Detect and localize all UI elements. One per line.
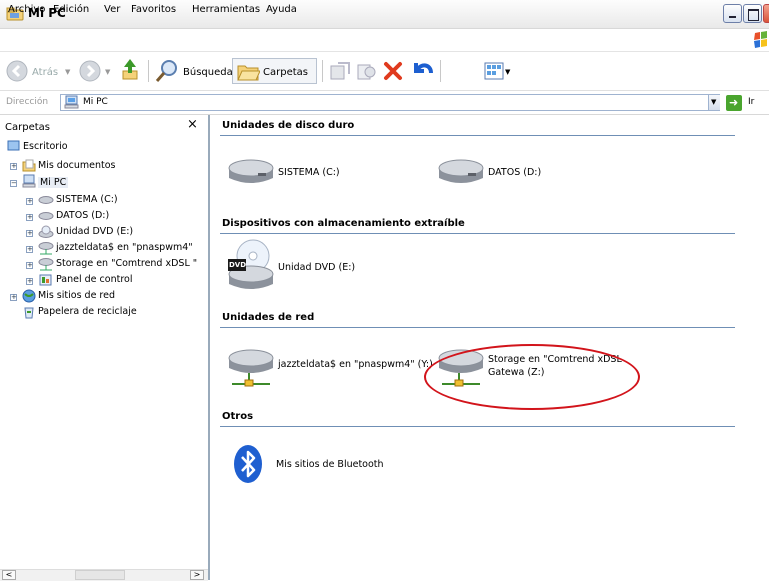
dvd-badge: DVD [229,261,247,269]
address-dropdown-button[interactable]: ▼ [708,95,720,110]
menu-edicion[interactable]: Edición [53,4,89,15]
tree-item-mis-sitios-de-red[interactable]: Mis sitios de red [38,290,115,301]
windows-logo-icon [754,31,767,48]
my-computer-icon [64,95,79,109]
search-icon[interactable] [154,58,180,84]
folders-icon [237,65,260,81]
search-button[interactable]: Búsqueda [183,67,233,78]
minimize-button[interactable] [723,4,742,23]
tree-item-unidad-dvd[interactable]: Unidad DVD (E:) [56,226,133,237]
item-bluetooth[interactable]: Mis sitios de Bluetooth [276,459,384,470]
tree-item-mi-pc[interactable]: Mi PC [38,177,69,188]
network-drive-icon [38,258,54,271]
group-header-network: Unidades de red [222,312,315,323]
menu-ayuda[interactable]: Ayuda [266,4,297,15]
item-datos-d[interactable]: DATOS (D:) [488,167,541,178]
views-dropdown-chevron-icon[interactable]: ▼ [505,68,510,76]
close-button[interactable] [763,4,769,23]
tree-item-datos[interactable]: DATOS (D:) [56,210,109,221]
undo-icon[interactable] [411,59,435,81]
tree-item-jazzteldata[interactable]: jazzteldata$ en "pnaspwm4" [56,242,193,253]
tree-item-escritorio[interactable]: Escritorio [23,141,68,152]
toolbar-separator [440,60,441,82]
tree-item-mis-documentos[interactable]: Mis documentos [38,160,116,171]
group-divider [220,327,735,328]
expand-icon[interactable]: + [10,294,17,301]
scroll-left-button[interactable]: < [2,570,16,580]
group-divider [220,135,735,136]
maximize-button[interactable] [743,4,762,23]
menu-ver[interactable]: Ver [104,4,120,15]
expand-icon[interactable]: + [26,198,33,205]
tree-item-panel-de-control[interactable]: Panel de control [56,274,132,285]
toolbar-separator [148,60,149,82]
item-jazzteldata-y[interactable]: jazzteldata$ en "pnaspwm4" (Y:) [278,359,433,370]
bluetooth-icon[interactable] [232,444,264,484]
move-to-icon[interactable] [329,60,351,82]
go-button[interactable]: Ir [748,97,754,107]
control-panel-icon [39,274,52,286]
hard-drive-icon[interactable] [436,156,486,188]
expand-icon[interactable]: + [26,262,33,269]
go-arrow-icon[interactable]: ➜ [726,95,742,111]
pane-divider[interactable] [208,115,210,580]
up-folder-icon[interactable] [120,57,142,83]
back-label[interactable]: Atrás [32,67,58,78]
menu-favoritos[interactable]: Favoritos [131,4,176,15]
folders-label: Carpetas [263,67,308,78]
item-sistema-c[interactable]: SISTEMA (C:) [278,167,340,178]
address-value: Mi PC [83,97,108,107]
expand-icon[interactable]: + [26,214,33,221]
expand-icon[interactable]: + [26,246,33,253]
hard-drive-icon [38,196,54,204]
my-computer-icon [22,174,36,188]
network-drive-icon[interactable] [226,346,276,388]
scroll-right-button[interactable]: > [190,570,204,580]
hard-drive-icon [38,212,54,220]
group-divider [220,233,735,234]
folders-pane-close-icon[interactable]: × [187,117,198,132]
my-documents-icon [22,159,36,172]
desktop-icon [7,140,20,151]
back-arrow-icon[interactable] [6,60,28,82]
delete-icon[interactable] [383,61,403,81]
forward-arrow-icon[interactable] [79,60,101,82]
network-places-icon [22,289,36,303]
address-label: Dirección [6,97,49,107]
scrollbar-thumb[interactable] [75,570,125,580]
folders-pane-title: Carpetas [5,122,50,133]
network-drive-icon [38,242,54,255]
views-icon[interactable] [484,61,504,81]
menu-bar [0,29,769,52]
dvd-drive-icon [38,225,54,238]
back-dropdown-chevron-icon[interactable]: ▼ [65,68,70,76]
group-header-hard-drives: Unidades de disco duro [222,120,355,131]
address-input[interactable] [60,94,720,111]
expand-icon[interactable]: + [26,278,33,285]
menu-herramientas[interactable]: Herramientas [192,4,260,15]
group-divider [220,426,735,427]
group-header-removable: Dispositivos con almacenamiento extraíbl… [222,218,465,229]
menu-archivo[interactable]: Archivo [8,4,45,15]
group-header-others: Otros [222,411,254,422]
annotation-ellipse [424,344,640,410]
tree-item-papelera[interactable]: Papelera de reciclaje [38,306,137,317]
expand-icon[interactable]: + [26,230,33,237]
collapse-icon[interactable]: − [10,180,17,187]
recycle-bin-icon [24,307,34,319]
tree-item-sistema[interactable]: SISTEMA (C:) [56,194,118,205]
expand-icon[interactable]: + [10,163,17,170]
tree-item-storage[interactable]: Storage en "Comtrend xDSL " [56,258,204,269]
hard-drive-icon[interactable] [226,156,276,188]
copy-to-icon[interactable] [355,60,377,82]
toolbar-separator [322,60,323,82]
forward-dropdown-chevron-icon[interactable]: ▼ [105,68,110,76]
item-unidad-dvd-e[interactable]: Unidad DVD (E:) [278,262,355,273]
